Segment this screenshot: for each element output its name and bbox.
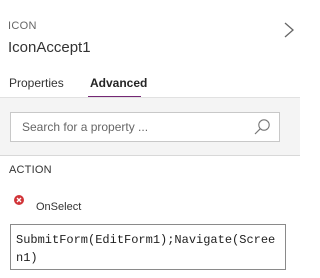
control-name: IconAccept1 (8, 39, 91, 56)
search-box (10, 112, 280, 142)
search-input[interactable] (11, 113, 252, 141)
panel-header: ICON IconAccept1 Properties Advanced (0, 0, 300, 96)
advanced-properties-panel: ICON IconAccept1 Properties Advanced ACT… (0, 0, 300, 278)
property-label-onselect: OnSelect (36, 201, 82, 213)
tab-bar: Properties Advanced (0, 70, 300, 96)
error-icon (14, 195, 24, 205)
search-area (0, 98, 300, 156)
search-icon[interactable] (253, 118, 271, 136)
tab-advanced[interactable]: Advanced (90, 76, 147, 90)
section-title: ACTION (9, 164, 52, 176)
tab-properties[interactable]: Properties (9, 76, 64, 90)
control-type-label: ICON (8, 20, 37, 32)
chevron-right-icon[interactable] (281, 20, 297, 40)
formula-input-onselect[interactable]: SubmitForm(EditForm1);Navigate(Screen1) (10, 224, 286, 270)
